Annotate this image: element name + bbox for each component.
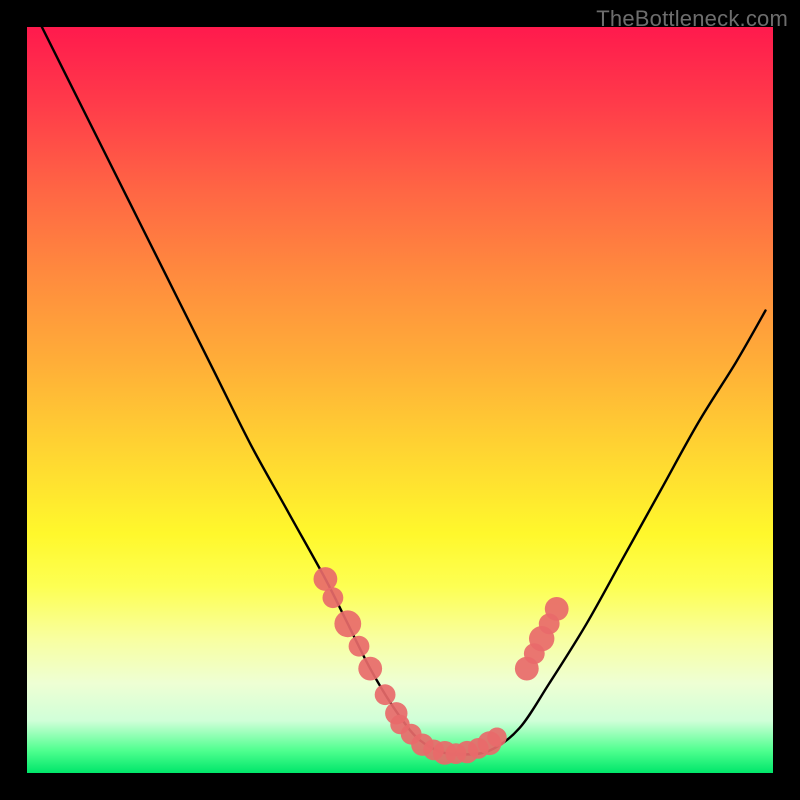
curve-layer: [42, 27, 766, 754]
highlight-marker: [349, 636, 370, 657]
highlight-marker: [375, 684, 396, 705]
plot-frame: [27, 27, 773, 773]
highlight-marker: [323, 587, 344, 608]
highlight-marker: [334, 610, 361, 637]
chart-svg: [27, 27, 773, 773]
bottleneck-curve: [42, 27, 766, 754]
highlight-marker: [314, 567, 338, 591]
highlight-marker: [545, 597, 569, 621]
highlight-marker: [487, 728, 506, 747]
attribution-text: TheBottleneck.com: [596, 6, 788, 32]
marker-layer: [314, 567, 569, 765]
highlight-marker: [358, 657, 382, 681]
